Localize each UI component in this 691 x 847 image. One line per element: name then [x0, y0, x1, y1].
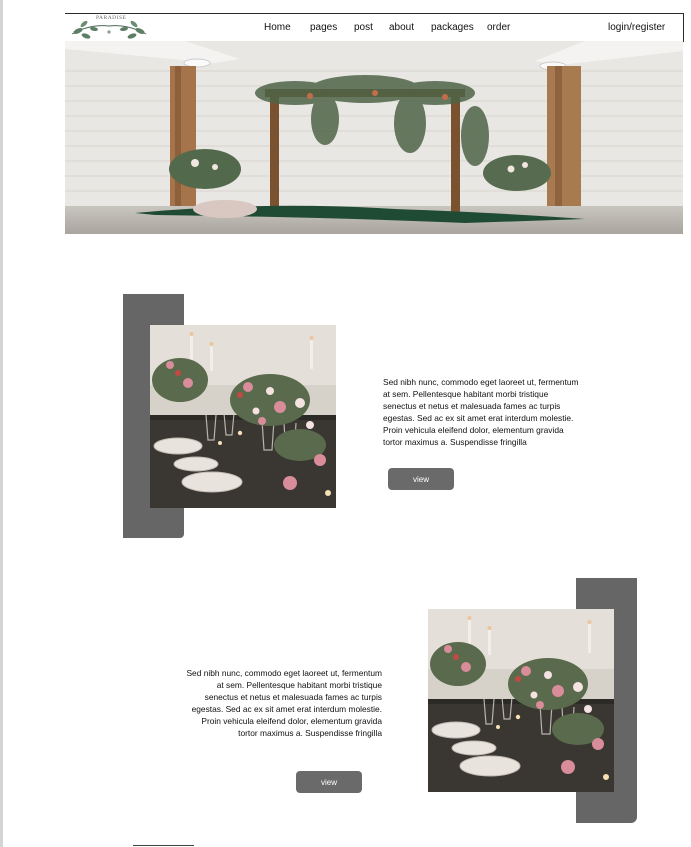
nav-packages[interactable]: packages	[431, 22, 474, 33]
hero-image	[65, 41, 683, 234]
site-header	[65, 13, 684, 42]
page-left-border	[0, 0, 3, 847]
nav-home[interactable]: Home	[264, 22, 291, 33]
feature-1-view-button[interactable]: view	[388, 468, 454, 490]
login-register-link[interactable]: login/register	[608, 22, 665, 33]
feature-2-description: Sed nibh nunc, commodo eget laoreet ut, …	[186, 668, 382, 738]
section-divider	[133, 845, 194, 846]
nav-post[interactable]: post	[354, 22, 373, 33]
brand-logo-text: PARADISE	[96, 15, 127, 21]
feature-1-description: Sed nibh nunc, commodo eget laoreet ut, …	[383, 377, 579, 447]
brand-logo[interactable]: PARADISE	[68, 10, 150, 42]
feature-2-view-button[interactable]: view	[296, 771, 362, 793]
feature-2-image	[428, 609, 614, 792]
nav-order[interactable]: order	[487, 22, 510, 33]
nav-about[interactable]: about	[389, 22, 414, 33]
nav-pages[interactable]: pages	[310, 22, 337, 33]
feature-1-image	[150, 325, 336, 508]
